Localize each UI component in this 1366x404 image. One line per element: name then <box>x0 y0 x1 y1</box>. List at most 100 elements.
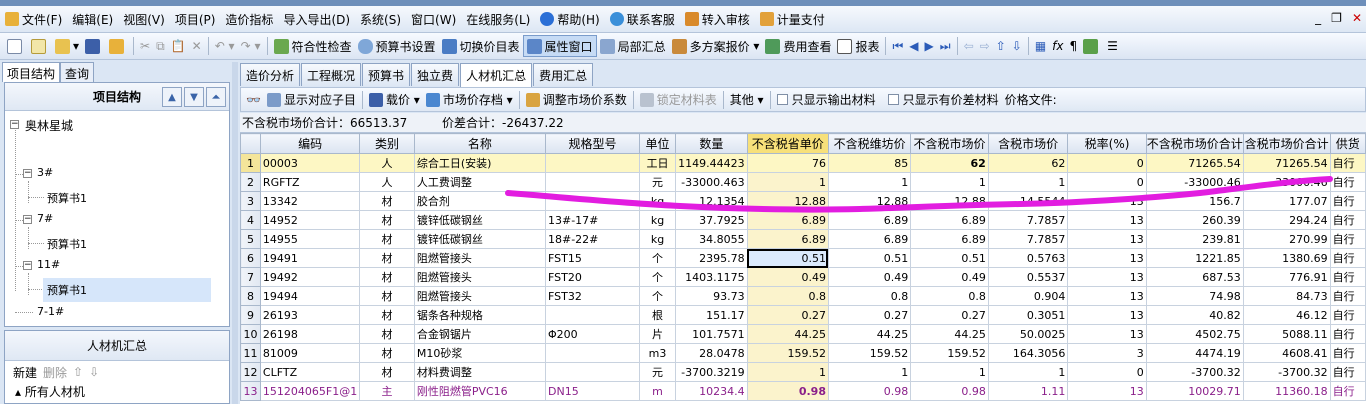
move-down-button[interactable]: ⇩ <box>1009 35 1025 57</box>
menu-window[interactable]: 窗口(W) <box>406 8 461 30</box>
close-icon[interactable]: ✕ <box>1352 11 1362 25</box>
copy-button[interactable]: ⧉ <box>153 35 168 57</box>
table-cell[interactable]: 18#-22# <box>545 229 640 249</box>
table-cell[interactable]: 0 <box>1067 153 1147 173</box>
tree-item-all-resources[interactable]: ▴ 所有人材机 <box>5 383 229 400</box>
header-tax-rate[interactable]: 税率(%) <box>1067 133 1147 154</box>
table-cell[interactable]: 13 <box>1067 210 1147 230</box>
cut-button[interactable]: ✂ <box>137 35 153 57</box>
tree-node-building[interactable]: 7# <box>37 212 53 225</box>
lock-material-button[interactable]: 锁定材料表 <box>637 91 720 108</box>
table-cell[interactable]: 13 <box>1067 305 1147 325</box>
save-button[interactable] <box>82 35 106 57</box>
table-cell[interactable]: 0.8 <box>746 286 829 306</box>
table-cell[interactable]: 7.7857 <box>987 210 1069 230</box>
table-cell[interactable]: 0.49 <box>910 267 989 287</box>
table-cell[interactable]: 0.5537 <box>987 267 1069 287</box>
table-cell[interactable]: Φ200 <box>545 324 640 344</box>
header-code[interactable]: 编码 <box>259 133 361 154</box>
menu-file[interactable]: 文件(F) <box>0 8 67 30</box>
table-cell[interactable]: 6.89 <box>827 229 912 249</box>
table-cell[interactable]: 260.39 <box>1145 210 1244 230</box>
move-right-button[interactable]: ⇨ <box>977 35 993 57</box>
table-cell[interactable]: 14952 <box>259 210 361 230</box>
table-cell[interactable]: 239.81 <box>1145 229 1244 249</box>
table-cell[interactable]: 85 <box>827 153 912 173</box>
table-cell[interactable]: 11360.18 <box>1242 381 1331 401</box>
table-cell[interactable]: 0.98 <box>827 381 912 401</box>
load-price-button[interactable]: 载价 ▾ <box>366 91 423 108</box>
table-cell[interactable]: 材 <box>359 343 415 363</box>
table-cell[interactable]: 13 <box>1067 381 1147 401</box>
table-cell[interactable]: 自行 <box>1329 153 1366 173</box>
adjust-coefficient-button[interactable]: 调整市场价系数 <box>523 91 630 108</box>
table-cell[interactable]: 6.89 <box>910 210 989 230</box>
header-quantity[interactable]: 数量 <box>675 133 748 154</box>
table-cell[interactable]: 0.98 <box>746 381 829 401</box>
header-name[interactable]: 名称 <box>413 133 547 154</box>
table-cell[interactable]: 3 <box>1067 343 1147 363</box>
other-menu-button[interactable]: 其他 ▾ <box>727 91 767 108</box>
table-row[interactable]: 6 19491 材阻燃管接头 FST15 个 2395.78 0.51 0.51 0.51 0.5… <box>240 248 1366 268</box>
redo-button[interactable]: ↷ ▾ <box>238 35 264 57</box>
table-row[interactable]: 13 151204065F1@1 主刚性阻燃管PVC16 DN15 m 10234.4 0.… <box>240 381 1366 401</box>
table-cell[interactable]: 62 <box>987 153 1069 173</box>
table-cell[interactable]: 1 <box>987 362 1069 382</box>
table-cell[interactable]: 阻燃管接头 <box>413 286 547 306</box>
table-cell[interactable]: 37.7925 <box>675 210 748 230</box>
table-cell[interactable]: 6.89 <box>910 229 989 249</box>
menu-system[interactable]: 系统(S) <box>355 8 406 30</box>
table-cell[interactable]: 0.49 <box>746 267 829 287</box>
formula-button[interactable]: fx <box>1049 35 1066 57</box>
table-cell[interactable]: 40.82 <box>1145 305 1244 325</box>
table-cell[interactable]: 19494 <box>259 286 361 306</box>
table-cell[interactable]: 人 <box>359 153 415 173</box>
header-tax-market-total[interactable]: 含税市场价合计 <box>1242 133 1331 154</box>
table-row[interactable]: 11 81009 材 M10砂浆 m3 28.0478 159.52 159.52 159.52… <box>240 343 1366 363</box>
table-cell[interactable]: 0.27 <box>827 305 912 325</box>
table-cell[interactable]: 元 <box>638 362 677 382</box>
table-cell[interactable]: 1 <box>746 172 829 192</box>
tree-node-root[interactable]: 奥林星城 <box>25 117 73 134</box>
table-cell[interactable]: 1 <box>827 362 912 382</box>
menu-payment[interactable]: 计量支付 <box>755 8 830 30</box>
table-cell[interactable]: 0.49 <box>827 267 912 287</box>
minimize-icon[interactable]: _ <box>1315 11 1321 25</box>
table-cell[interactable]: 自行 <box>1329 191 1366 211</box>
header-weifang-price[interactable]: 不含税维坊价 <box>827 133 912 154</box>
last-button[interactable]: ⏭ <box>937 35 954 57</box>
table-cell[interactable]: 材 <box>359 305 415 325</box>
binoculars-button[interactable]: 👓 <box>243 93 264 107</box>
down-arrow-icon[interactable]: ⇩ <box>89 365 99 379</box>
menu-edit[interactable]: 编辑(E) <box>67 8 118 30</box>
table-cell[interactable]: 镀锌低碳钢丝 <box>413 210 547 230</box>
table-cell[interactable]: 13 <box>1067 286 1147 306</box>
table-cell[interactable]: 材 <box>359 362 415 382</box>
table-cell[interactable]: 46.12 <box>1242 305 1331 325</box>
table-cell[interactable]: 1 <box>987 172 1069 192</box>
table-row[interactable]: 10 26198 材合金钢锯片 Φ200 片 101.7571 44.25 44.25 44.2… <box>240 324 1366 344</box>
table-cell[interactable]: 人 <box>359 172 415 192</box>
table-cell[interactable]: 12.88 <box>910 191 989 211</box>
expand-icon[interactable]: − <box>23 169 32 178</box>
collapse-icon[interactable]: ⏶ <box>206 87 226 107</box>
table-cell[interactable]: kg <box>638 191 677 211</box>
table-cell[interactable]: 0 <box>1067 172 1147 192</box>
table-cell[interactable]: 材 <box>359 191 415 211</box>
tree-node-building[interactable]: 7-1# <box>37 305 64 318</box>
table-cell[interactable]: m <box>638 381 677 401</box>
table-cell[interactable]: 71265.54 <box>1242 153 1331 173</box>
table-cell[interactable]: 776.91 <box>1242 267 1331 287</box>
table-row[interactable]: 7 19492 材阻燃管接头 FST20 个 1403.1175 0.49 0.49 0.49 0… <box>240 267 1366 287</box>
calculator-button[interactable]: ▦ <box>1032 35 1049 57</box>
table-row[interactable]: 4 14952 材镀锌低碳钢丝 13#-17# kg 37.7925 6.89 6.89 6.8… <box>240 210 1366 230</box>
table-cell[interactable]: 锯条各种规格 <box>413 305 547 325</box>
table-cell[interactable]: -33000.46 <box>1242 172 1331 192</box>
table-cell[interactable]: 44.25 <box>827 324 912 344</box>
table-cell[interactable]: 4502.75 <box>1145 324 1244 344</box>
delete-button[interactable]: ✕ <box>189 35 205 57</box>
table-cell[interactable]: 44.25 <box>746 324 829 344</box>
only-output-checkbox[interactable]: 只显示输出材料 <box>774 91 879 108</box>
table-cell[interactable]: 12.1354 <box>675 191 748 211</box>
table-cell[interactable]: 13 <box>1067 248 1147 268</box>
